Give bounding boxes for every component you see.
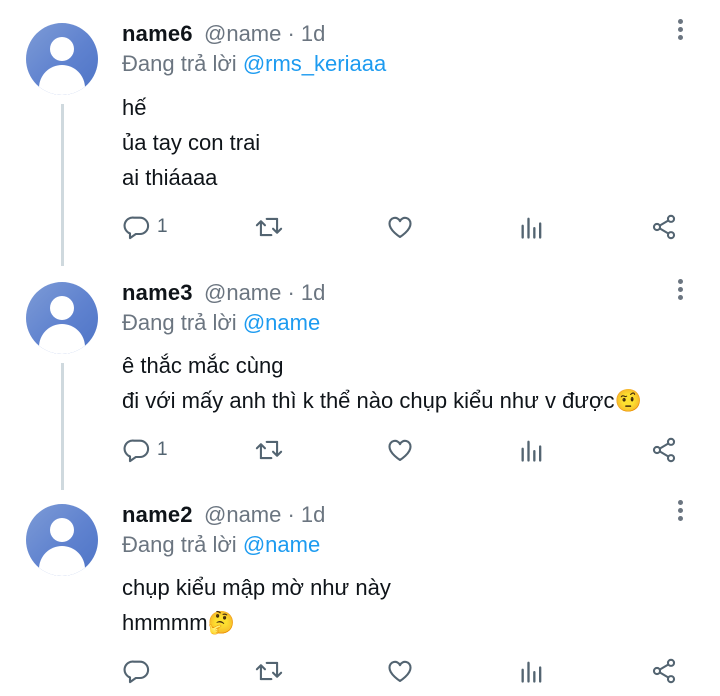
handle-and-time: @name · 1d <box>204 280 326 305</box>
display-name[interactable]: name2 <box>122 502 193 528</box>
retweet-button[interactable] <box>254 654 284 688</box>
retweet-icon <box>254 436 284 464</box>
more-vertical-icon[interactable] <box>678 500 686 524</box>
reply-count: 1 <box>157 216 168 237</box>
text-line: chụp kiểu mập mờ như này <box>122 575 391 600</box>
like-button[interactable] <box>386 654 414 688</box>
reply-button[interactable]: 1 <box>123 210 168 244</box>
display-name[interactable]: name3 <box>122 280 193 306</box>
views-button[interactable] <box>518 210 546 244</box>
text-line: ê thắc mắc cùng <box>122 353 284 378</box>
avatar[interactable] <box>26 504 98 576</box>
views-button[interactable] <box>518 654 546 688</box>
mention-link[interactable]: @name <box>243 532 320 557</box>
retweet-icon <box>254 657 284 685</box>
action-bar: 1 <box>0 210 720 244</box>
display-name[interactable]: name6 <box>122 21 193 47</box>
more-vertical-icon[interactable] <box>678 19 686 43</box>
tweet-text: ê thắc mắc cùng đi với mấy anh thì k thể… <box>122 348 642 418</box>
action-bar <box>0 654 720 688</box>
text-line: ai thiáaaa <box>122 165 218 190</box>
reply-button[interactable]: 1 <box>123 433 168 467</box>
replying-to: Đang trả lời @rms_keriaaa <box>122 51 387 76</box>
tweet-text: hế ủa tay con trai ai thiáaaa <box>122 90 260 195</box>
share-button[interactable] <box>650 654 678 688</box>
handle-and-time: @name · 1d <box>204 21 326 46</box>
like-button[interactable] <box>386 210 414 244</box>
text-line: ủa tay con trai <box>122 130 261 155</box>
retweet-button[interactable] <box>254 210 284 244</box>
mention-link[interactable]: @name <box>243 310 320 335</box>
analytics-icon <box>518 213 546 241</box>
share-icon <box>650 436 678 464</box>
reply-icon <box>123 213 151 241</box>
tweet[interactable]: name2 @name · 1d Đang trả lời @name chụp… <box>0 490 720 696</box>
heart-icon <box>386 436 414 464</box>
analytics-icon <box>518 436 546 464</box>
share-icon <box>650 657 678 685</box>
mention-link[interactable]: @rms_keriaaa <box>243 51 386 76</box>
share-button[interactable] <box>650 210 678 244</box>
reply-button[interactable] <box>123 654 157 688</box>
action-bar: 1 <box>0 433 720 467</box>
reply-count: 1 <box>157 439 168 460</box>
more-vertical-icon[interactable] <box>678 279 686 303</box>
reply-icon <box>123 436 151 464</box>
tweet-text: chụp kiểu mập mờ như này hmmmm🤔 <box>122 570 391 640</box>
avatar[interactable] <box>26 23 98 95</box>
views-button[interactable] <box>518 433 546 467</box>
reply-icon <box>123 657 151 685</box>
retweet-icon <box>254 213 284 241</box>
handle-and-time: @name · 1d <box>204 502 326 527</box>
thread-line <box>61 363 64 490</box>
like-button[interactable] <box>386 433 414 467</box>
text-line: đi với mấy anh thì k thể nào chụp kiểu n… <box>122 388 642 413</box>
text-line: hmmmm🤔 <box>122 610 235 635</box>
tweet[interactable]: name6 @name · 1d Đang trả lời @rms_keria… <box>0 0 720 266</box>
retweet-button[interactable] <box>254 433 284 467</box>
analytics-icon <box>518 657 546 685</box>
replying-to: Đang trả lời @name <box>122 310 321 335</box>
heart-icon <box>386 657 414 685</box>
share-icon <box>650 213 678 241</box>
text-line: hế <box>122 95 147 120</box>
heart-icon <box>386 213 414 241</box>
avatar[interactable] <box>26 282 98 354</box>
share-button[interactable] <box>650 433 678 467</box>
tweet[interactable]: name3 @name · 1d Đang trả lời @name ê th… <box>0 265 720 490</box>
replying-to: Đang trả lời @name <box>122 532 321 557</box>
